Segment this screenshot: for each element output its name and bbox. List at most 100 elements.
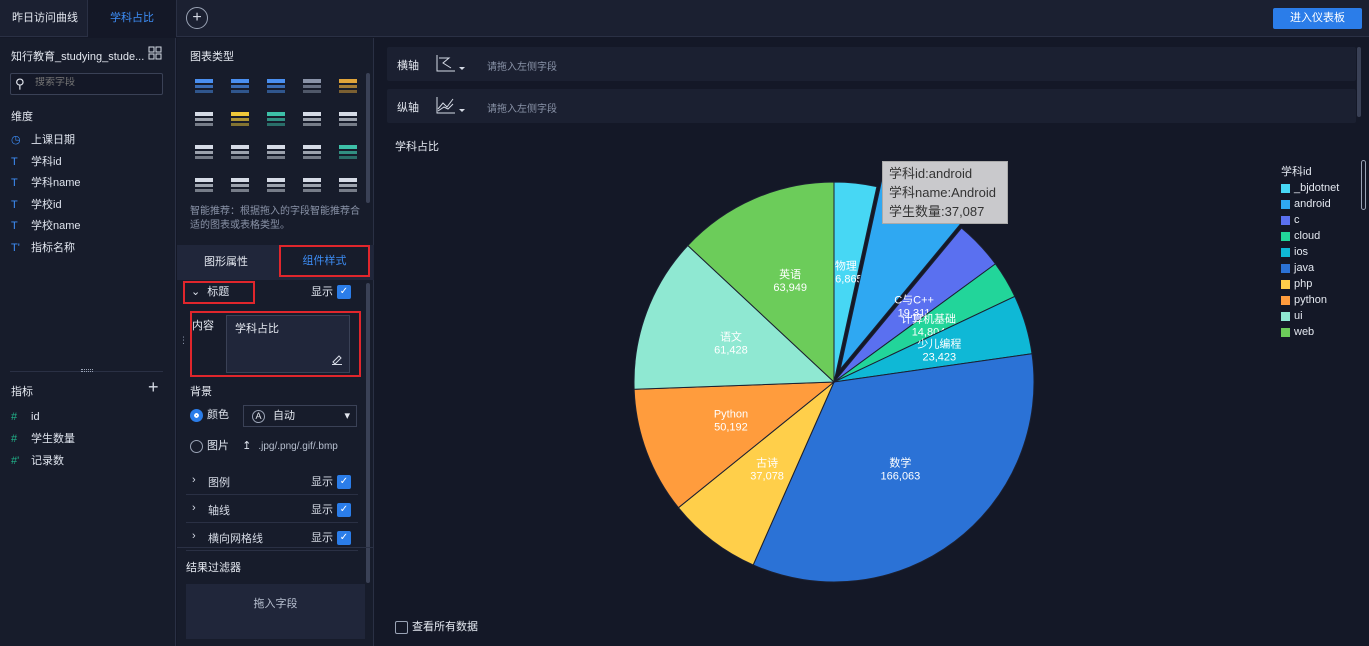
text-type-icon: T (11, 220, 18, 232)
dimension-field[interactable]: T 学科id (11, 152, 62, 173)
drag-handle-icon[interactable]: ⋮ (179, 335, 188, 346)
bubble-icon[interactable] (301, 175, 323, 195)
background-color-option[interactable]: 颜色 (190, 404, 229, 426)
show-toggle[interactable]: 显示 ✓ (311, 501, 351, 518)
scatter-chart-icon[interactable] (229, 142, 251, 162)
stacked-column-icon[interactable] (337, 109, 359, 129)
area-line-icon[interactable] (301, 142, 323, 162)
edit-icon[interactable] (331, 353, 343, 368)
heatmap-icon[interactable] (229, 109, 251, 129)
column-chart-icon[interactable] (301, 109, 323, 129)
section-label: 图例 (208, 477, 230, 489)
config-panel: 图表类型 智能推荐：根据拖入的字段智能推荐合适的图表或表格类型。 图形属性 组件… (177, 38, 374, 646)
scatter-dots-icon[interactable] (265, 175, 287, 195)
collapsible-section[interactable]: › 图例 显示 ✓ (186, 469, 358, 495)
bar-chart-icon[interactable] (193, 142, 215, 162)
measure-label: 学生数量 (31, 433, 75, 445)
detail-table-icon[interactable] (265, 76, 287, 96)
legend-label: php (1294, 278, 1313, 290)
dimension-field[interactable]: T' 指标名称 (11, 238, 75, 259)
x-axis-chart-type-icon[interactable] (435, 53, 469, 76)
slice-label: Python (714, 409, 748, 421)
measure-field[interactable]: # 学生数量 (11, 429, 75, 450)
measure-field[interactable]: #' 记录数 (11, 451, 64, 472)
show-toggle[interactable]: 显示 ✓ (311, 529, 351, 546)
radio-icon[interactable] (190, 439, 203, 453)
check-icon[interactable]: ✓ (337, 531, 351, 546)
slice-value: 23,423 (923, 351, 957, 363)
filter-drop-zone[interactable]: 拖入字段 (186, 584, 365, 639)
check-icon[interactable]: ✓ (337, 503, 351, 518)
y-axis-shelf[interactable]: 纵轴 请拖入左侧字段 (387, 89, 1356, 123)
legend-swatch (1281, 311, 1290, 321)
legend-label: _bjdotnet (1294, 182, 1340, 194)
collapsible-section[interactable]: › 轴线 显示 ✓ (186, 497, 358, 523)
title-content-input[interactable]: 学科占比 (226, 315, 350, 373)
grouped-table-icon[interactable] (265, 109, 287, 129)
y-axis-chart-type-icon[interactable] (435, 95, 469, 118)
tab-subject-share[interactable]: 学科占比 (87, 0, 177, 37)
legend-item[interactable]: ui (1281, 308, 1366, 324)
legend-item[interactable]: _bjdotnet (1281, 180, 1366, 196)
compare-table-icon[interactable] (337, 76, 359, 96)
tab-graph-properties[interactable]: 图形属性 (177, 245, 275, 280)
check-icon[interactable]: ✓ (337, 475, 351, 490)
multi-table-icon[interactable] (193, 109, 215, 129)
enter-dashboard-button[interactable]: 进入仪表板 (1273, 8, 1362, 29)
title-show-toggle[interactable]: 显示 ✓ (311, 281, 351, 303)
title-section-toggle[interactable]: ⌄ 标题 (183, 281, 255, 304)
color-select[interactable]: A 自动 ▾ (243, 405, 357, 427)
checkbox-icon[interactable] (395, 620, 408, 634)
y-axis-label: 纵轴 (397, 102, 419, 114)
legend-item[interactable]: web (1281, 324, 1366, 340)
pie-chart-icon[interactable] (337, 175, 359, 195)
legend-scrollbar[interactable] (1361, 160, 1366, 210)
legend-title: 学科id (1281, 166, 1312, 178)
resize-handle[interactable] (81, 369, 93, 372)
legend-item[interactable]: java (1281, 260, 1366, 276)
multi-line-icon[interactable] (265, 142, 287, 162)
upload-icon[interactable]: ↥ (242, 440, 251, 452)
legend-swatch (1281, 231, 1290, 241)
show-toggle[interactable]: 显示 ✓ (311, 473, 351, 490)
dimension-field[interactable]: T 学校id (11, 195, 62, 216)
tooltip-line-id: 学科id:android (889, 166, 973, 181)
legend-item[interactable]: ios (1281, 244, 1366, 260)
legend-item[interactable]: php (1281, 276, 1366, 292)
scrollbar[interactable] (1357, 47, 1361, 117)
scrollbar[interactable] (366, 73, 370, 203)
collapsible-section[interactable]: › 横向网格线 显示 ✓ (186, 525, 358, 551)
add-measure-icon[interactable]: + (148, 377, 159, 398)
stacked-area-icon[interactable] (229, 175, 251, 195)
switch-dataset-icon[interactable] (148, 46, 162, 63)
add-tab-button[interactable]: + (186, 7, 208, 29)
slice-value: 166,063 (881, 471, 921, 483)
check-icon[interactable]: ✓ (337, 285, 351, 300)
dimension-field[interactable]: ◷ 上课日期 (11, 130, 75, 151)
background-image-option[interactable]: 图片 ↥ .jpg/.png/.gif/.bmp (190, 435, 338, 457)
table-icon[interactable] (193, 76, 215, 96)
tab-yesterday-visits[interactable]: 昨日访问曲线 (0, 0, 90, 37)
cross-table-icon[interactable] (229, 76, 251, 96)
view-all-data-toggle[interactable]: 查看所有数据 (395, 618, 478, 634)
dimension-label: 学校name (31, 220, 81, 232)
kpi-number-icon[interactable] (301, 76, 323, 96)
legend-swatch (1281, 199, 1290, 209)
measure-label: id (31, 411, 40, 423)
legend-item[interactable]: android (1281, 196, 1366, 212)
dimension-field[interactable]: T 学科name (11, 173, 81, 194)
legend-item[interactable]: python (1281, 292, 1366, 308)
dimension-field[interactable]: T 学校name (11, 216, 81, 237)
search-input[interactable] (35, 77, 155, 88)
legend-item[interactable]: cloud (1281, 228, 1366, 244)
measure-field[interactable]: # id (11, 407, 40, 428)
radio-selected-icon[interactable] (190, 408, 203, 422)
legend-swatch (1281, 279, 1290, 289)
field-search[interactable]: ⚲ (10, 73, 163, 95)
legend-item[interactable]: c (1281, 212, 1366, 228)
scrollbar[interactable] (366, 283, 370, 583)
radar-chart-icon[interactable] (337, 142, 359, 162)
x-axis-shelf[interactable]: 横轴 请拖入左侧字段 (387, 47, 1356, 81)
area-chart-icon[interactable] (193, 175, 215, 195)
tab-component-style[interactable]: 组件样式 (279, 245, 370, 277)
